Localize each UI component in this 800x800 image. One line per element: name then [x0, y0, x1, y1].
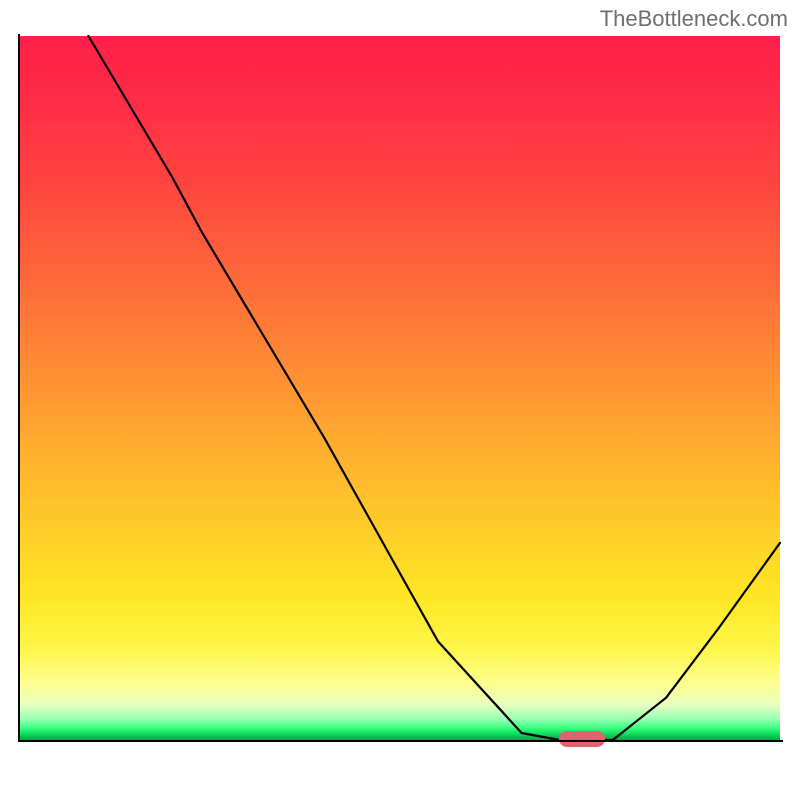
watermark-text: TheBottleneck.com	[600, 6, 788, 32]
y-axis-line	[18, 34, 20, 742]
plot-area	[18, 34, 783, 764]
optimal-marker	[559, 731, 605, 747]
curve-svg	[20, 36, 780, 740]
bottleneck-chart	[18, 34, 783, 764]
bottleneck-curve-path	[88, 36, 780, 740]
x-axis-line	[18, 740, 783, 742]
